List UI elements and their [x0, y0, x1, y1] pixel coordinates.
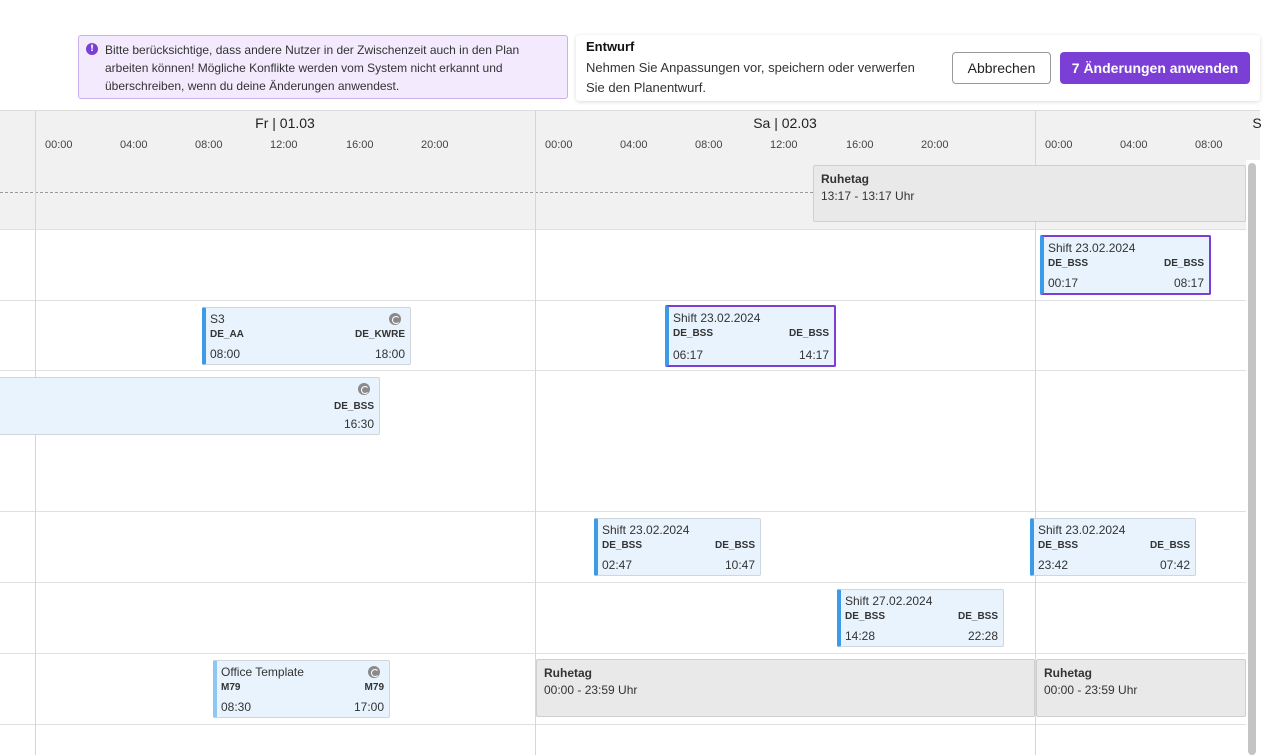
- shift-title: Shift 23.02.2024: [673, 311, 761, 325]
- shift-end: 10:47: [724, 558, 755, 572]
- hour-label: 00:00: [545, 139, 573, 151]
- shift-end: 22:28: [967, 629, 998, 643]
- shift-card[interactable]: Shift 27.02.2024 DE_BSS DE_BSS 14:28 22:…: [837, 589, 1004, 647]
- shift-start: 08:00: [210, 347, 241, 361]
- hour-label: 08:00: [1195, 139, 1223, 151]
- hour-label: 04:00: [1120, 139, 1148, 151]
- shift-to-code: DE_BSS: [1163, 258, 1204, 269]
- draft-title: Entwurf: [586, 39, 635, 54]
- shift-card[interactable]: Shift 23.02.2024 DE_BSS DE_BSS 02:47 10:…: [594, 518, 761, 576]
- draft-panel: Entwurf Nehmen Sie Anpassungen vor, spei…: [576, 35, 1260, 101]
- shift-title: Shift 23.02.2024: [1048, 241, 1136, 255]
- shift-to-code: DE_KWRE: [354, 329, 405, 340]
- shift-start: 23:42: [1038, 558, 1069, 572]
- shift-to-code: DE_BSS: [957, 611, 998, 622]
- shift-card[interactable]: Office Template M79 M79 08:30 17:00: [213, 660, 390, 718]
- day-label: Sa | 02.03: [753, 115, 817, 131]
- rest-day-block[interactable]: Ruhetag 00:00 - 23:59 Uhr: [536, 659, 1035, 717]
- rest-day-time: 13:17 - 13:17 Uhr: [821, 189, 915, 203]
- hour-label: 16:00: [346, 139, 374, 151]
- shift-start: 00:17: [1048, 276, 1079, 290]
- hour-label: 04:00: [120, 139, 148, 151]
- cancel-button[interactable]: Abbrechen: [952, 52, 1051, 84]
- shift-start: 06:17: [673, 348, 704, 362]
- row-divider: [0, 192, 813, 193]
- shift-start: 14:28: [845, 629, 876, 643]
- shift-from-code: DE_AA: [210, 329, 244, 340]
- rest-day-title: Ruhetag: [821, 172, 869, 186]
- day-label: Fr | 01.03: [255, 115, 315, 131]
- shift-from-code: DE_BSS: [602, 540, 643, 551]
- shift-card[interactable]: Shift 23.02.2024 DE_BSS DE_BSS 00:17 08:…: [1040, 235, 1211, 295]
- shift-to-code: DE_BSS: [1149, 540, 1190, 551]
- shift-from-code: DE_BSS: [1038, 540, 1079, 551]
- shift-end: 08:17: [1173, 276, 1204, 290]
- hour-label: 12:00: [770, 139, 798, 151]
- shift-card[interactable]: S3 DE_AA DE_KWRE 08:00 18:00: [202, 307, 411, 365]
- sync-icon: [358, 383, 370, 395]
- sync-icon: [368, 666, 380, 678]
- shift-from-code: M79: [221, 682, 241, 693]
- rest-day-title: Ruhetag: [544, 666, 592, 680]
- timeline-row: [0, 583, 1246, 654]
- sync-icon: [389, 313, 401, 325]
- shift-to-code: DE_BSS: [788, 328, 829, 339]
- shift-to-code: DE_BSS: [714, 540, 755, 551]
- conflict-notice: ! Bitte berücksichtige, dass andere Nutz…: [78, 35, 568, 99]
- shift-card[interactable]: Shift 23.02.2024 DE_BSS DE_BSS 06:17 14:…: [665, 305, 836, 367]
- shift-end: 14:17: [798, 348, 829, 362]
- shift-card[interactable]: DE_BSS 16:30: [0, 377, 380, 435]
- shift-end: 07:42: [1159, 558, 1190, 572]
- hour-label: 16:00: [846, 139, 874, 151]
- shift-from-code: DE_BSS: [1048, 258, 1089, 269]
- hour-label: 00:00: [1045, 139, 1073, 151]
- hour-label: 12:00: [270, 139, 298, 151]
- timeline-row: [0, 301, 1246, 371]
- timeline-header: Fr | 01.03 Sa | 02.03 S 00:00 04:00 08:0…: [0, 110, 1262, 160]
- shift-to-code: DE_BSS: [333, 401, 374, 412]
- apply-changes-button[interactable]: 7 Änderungen anwenden: [1060, 52, 1250, 84]
- shift-start: 02:47: [602, 558, 633, 572]
- rest-day-time: 00:00 - 23:59 Uhr: [544, 683, 638, 697]
- shift-from-code: DE_BSS: [845, 611, 886, 622]
- shift-end: 17:00: [353, 700, 384, 714]
- hour-label: 04:00: [620, 139, 648, 151]
- shift-title: S3: [210, 312, 225, 326]
- shift-from-code: DE_BSS: [673, 328, 714, 339]
- shift-end: 18:00: [374, 347, 405, 361]
- hour-label: 08:00: [195, 139, 223, 151]
- shift-title: Shift 23.02.2024: [602, 523, 690, 537]
- shift-title: Office Template: [221, 665, 304, 679]
- shift-card[interactable]: Shift 23.02.2024 DE_BSS DE_BSS 23:42 07:…: [1030, 518, 1196, 576]
- shift-end: 16:30: [343, 417, 374, 431]
- notice-text: Bitte berücksichtige, dass andere Nutzer…: [105, 43, 520, 93]
- rest-day-block[interactable]: Ruhetag 13:17 - 13:17 Uhr: [813, 165, 1246, 222]
- vertical-scrollbar[interactable]: [1248, 163, 1256, 755]
- shift-to-code: M79: [364, 682, 384, 693]
- draft-description: Nehmen Sie Anpassungen vor, speichern od…: [586, 60, 915, 95]
- day-label: S: [1252, 115, 1262, 131]
- alert-icon: !: [86, 43, 98, 55]
- hour-label: 08:00: [695, 139, 723, 151]
- shift-title: Shift 27.02.2024: [845, 594, 933, 608]
- day-separator: [535, 110, 536, 755]
- shift-title: Shift 23.02.2024: [1038, 523, 1126, 537]
- hour-label: 20:00: [421, 139, 449, 151]
- hour-label: 00:00: [45, 139, 73, 151]
- rest-day-title: Ruhetag: [1044, 666, 1092, 680]
- rest-day-time: 00:00 - 23:59 Uhr: [1044, 683, 1138, 697]
- hour-label: 20:00: [921, 139, 949, 151]
- rest-day-block[interactable]: Ruhetag 00:00 - 23:59 Uhr: [1036, 659, 1246, 717]
- shift-start: 08:30: [221, 700, 252, 714]
